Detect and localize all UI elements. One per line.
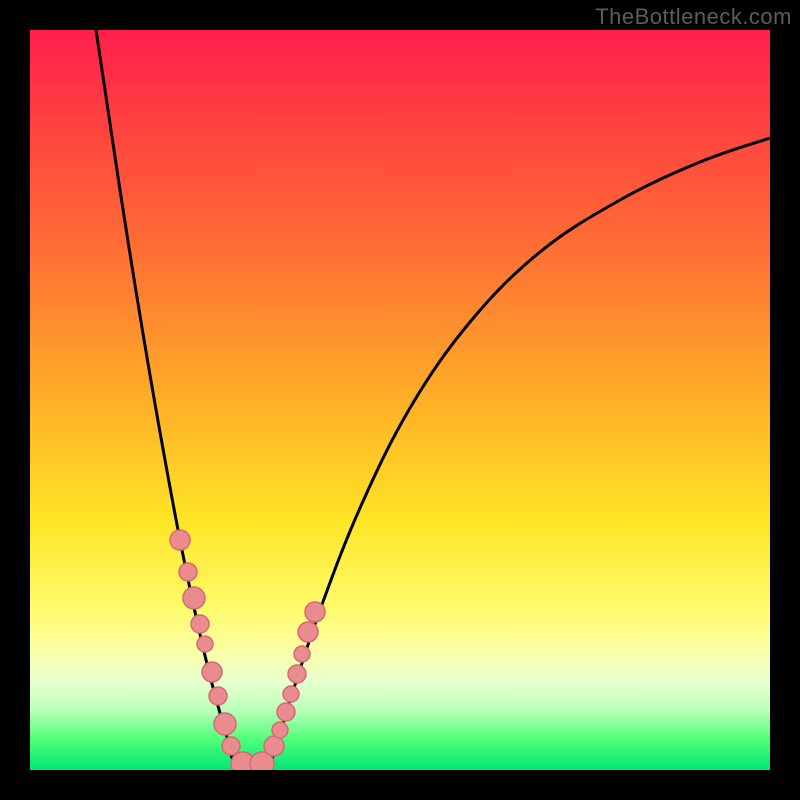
bottleneck-chart xyxy=(30,30,770,770)
sample-point xyxy=(294,646,310,662)
watermark-text: TheBottleneck.com xyxy=(595,4,792,30)
sample-point xyxy=(183,587,205,609)
sample-point xyxy=(170,530,190,550)
sample-point xyxy=(283,686,299,702)
sample-point xyxy=(197,636,213,652)
sample-points-group xyxy=(170,530,325,770)
sample-point xyxy=(264,736,284,756)
sample-point xyxy=(179,563,197,581)
sample-point xyxy=(288,665,306,683)
sample-point xyxy=(277,703,295,721)
sample-point xyxy=(272,722,288,738)
bottleneck-curve xyxy=(90,30,770,770)
sample-point xyxy=(298,622,318,642)
sample-point xyxy=(191,615,209,633)
sample-point xyxy=(202,662,222,682)
sample-point xyxy=(305,602,325,622)
sample-point xyxy=(214,713,236,735)
sample-point xyxy=(222,737,240,755)
plot-area xyxy=(30,30,770,770)
sample-point xyxy=(209,687,227,705)
